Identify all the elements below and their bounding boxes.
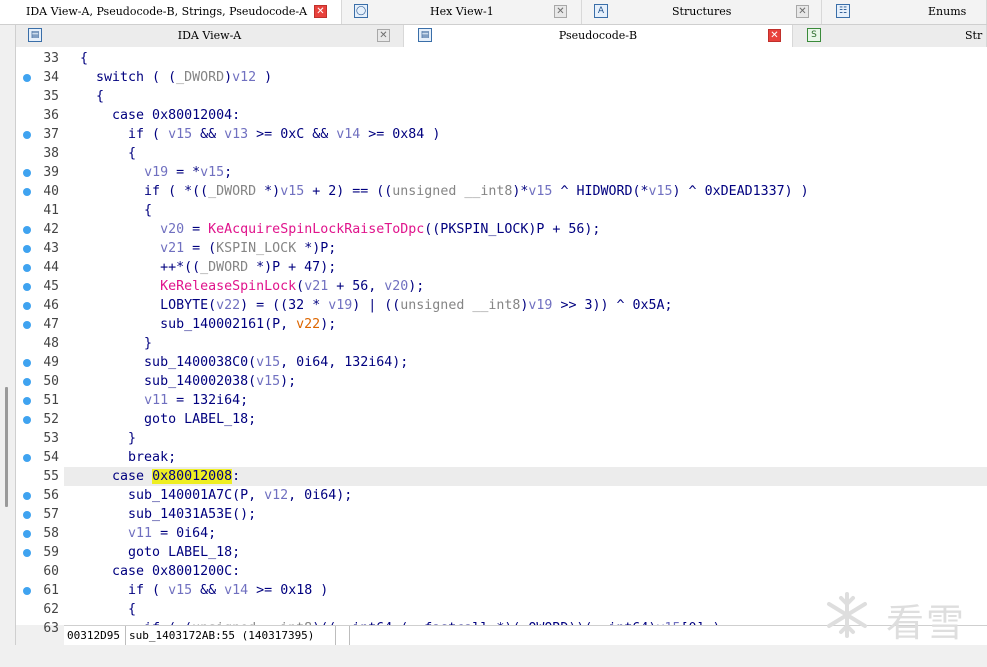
line-number: 62	[43, 602, 59, 617]
breakpoint-dot-icon[interactable]	[23, 359, 31, 367]
breakpoint-dot-icon[interactable]	[23, 378, 31, 386]
tab-label: Pseudocode-B	[558, 29, 638, 42]
line-number: 33	[43, 51, 59, 66]
tab-label: Hex View-1	[430, 5, 494, 18]
line-number: 55	[43, 469, 59, 484]
tab-ida-view-a-group[interactable]: IDA View-A, Pseudocode-B, Strings, Pseud…	[0, 0, 342, 24]
breakpoint-dot-icon[interactable]	[23, 511, 31, 519]
code-line[interactable]: KeReleaseSpinLock(v21 + 56, v20);	[64, 277, 987, 296]
code-line[interactable]: break;	[64, 448, 987, 467]
breakpoint-dot-icon[interactable]	[23, 397, 31, 405]
breakpoint-dot-icon[interactable]	[23, 587, 31, 595]
code-line[interactable]: ++*((_DWORD *)P + 47);	[64, 258, 987, 277]
left-panel-strip	[0, 25, 16, 645]
breakpoint-dot-icon[interactable]	[23, 188, 31, 196]
code-line[interactable]: {	[64, 201, 987, 220]
code-line[interactable]: switch ( (_DWORD)v12 )	[64, 68, 987, 87]
breakpoint-dot-icon[interactable]	[23, 226, 31, 234]
code-line[interactable]: sub_140001A7C(P, v12, 0i64);	[64, 486, 987, 505]
tab-label: IDA View-A, Pseudocode-B, Strings, Pseud…	[26, 5, 308, 18]
tab-label: Str	[965, 29, 983, 42]
tab-label: Structures	[672, 5, 732, 18]
breakpoint-dot-icon[interactable]	[23, 454, 31, 462]
line-number: 60	[43, 564, 59, 579]
breakpoint-dot-icon[interactable]	[23, 74, 31, 82]
breakpoint-dot-icon[interactable]	[23, 264, 31, 272]
pseudocode-view[interactable]: { switch ( (_DWORD)v12 ) { case 0x800120…	[64, 47, 987, 625]
tab-ida-view-a[interactable]: ▤ IDA View-A ✕	[16, 25, 404, 47]
code-line[interactable]: goto LABEL_18;	[64, 410, 987, 429]
tab-label: Enums	[928, 5, 967, 18]
bottom-bar	[0, 645, 987, 667]
code-line[interactable]: LOBYTE(v22) = ((32 * v19) | ((unsigned _…	[64, 296, 987, 315]
code-line[interactable]: v21 = (KSPIN_LOCK *)P;	[64, 239, 987, 258]
line-number: 41	[43, 203, 59, 218]
code-line[interactable]: if ( v15 && v13 >= 0xC && v14 >= 0x84 )	[64, 125, 987, 144]
strings-icon: S	[807, 28, 821, 42]
status-address: 00312D95	[64, 626, 126, 646]
code-line[interactable]: sub_140002038(v15);	[64, 372, 987, 391]
breakpoint-dot-icon[interactable]	[23, 302, 31, 310]
close-icon[interactable]: ✕	[796, 5, 809, 18]
line-number: 48	[43, 336, 59, 351]
code-line[interactable]: }	[64, 429, 987, 448]
structures-icon: A	[594, 4, 608, 18]
line-number: 36	[43, 108, 59, 123]
breakpoint-dot-icon[interactable]	[23, 492, 31, 500]
tab-label: IDA View-A	[177, 29, 242, 42]
breakpoint-dot-icon[interactable]	[23, 416, 31, 424]
status-empty-segment	[336, 626, 350, 646]
close-icon[interactable]: ✕	[314, 5, 327, 18]
sub-tab-bar: ▤ IDA View-A ✕ ▤ Pseudocode-B ✕ S Str	[16, 25, 987, 48]
code-line[interactable]: v20 = KeAcquireSpinLockRaiseToDpc((PKSPI…	[64, 220, 987, 239]
code-line[interactable]: {	[64, 144, 987, 163]
snowflake-logo-icon	[827, 592, 867, 638]
tab-hex-view-1[interactable]: ◯ Hex View-1 ✕	[342, 0, 582, 24]
code-line[interactable]: case 0x80012004:	[64, 106, 987, 125]
breakpoint-dot-icon[interactable]	[23, 283, 31, 291]
scrollbar[interactable]	[5, 387, 8, 507]
line-number: 63	[43, 621, 59, 636]
breakpoint-dot-icon[interactable]	[23, 245, 31, 253]
breakpoint-dot-icon[interactable]	[23, 321, 31, 329]
breakpoint-dot-icon[interactable]	[23, 131, 31, 139]
code-line[interactable]: sub_140002161(P, v22);	[64, 315, 987, 334]
status-location: sub_1403172AB:55 (140317395)	[126, 626, 336, 646]
code-line[interactable]: case 0x8001200C:	[64, 562, 987, 581]
close-icon[interactable]: ✕	[554, 5, 567, 18]
code-line[interactable]: sub_14031A53E();	[64, 505, 987, 524]
main-tab-bar: IDA View-A, Pseudocode-B, Strings, Pseud…	[0, 0, 987, 25]
tab-enums[interactable]: ☷ Enums	[822, 0, 987, 24]
line-number-gutter: 33 34 35 36 37 38 39 40 41 42 43 44 45 46 47 48 49 50 51 52…	[16, 47, 64, 636]
close-icon[interactable]: ✕	[768, 29, 781, 42]
breakpoint-dot-icon[interactable]	[23, 169, 31, 177]
line-number: 53	[43, 431, 59, 446]
breakpoint-dot-icon[interactable]	[23, 530, 31, 538]
tab-pseudocode-b[interactable]: ▤ Pseudocode-B ✕	[404, 25, 793, 47]
code-line[interactable]: v11 = 0i64;	[64, 524, 987, 543]
tab-strings[interactable]: S Str	[793, 25, 987, 47]
code-line[interactable]: {	[64, 87, 987, 106]
code-line[interactable]: sub_1400038C0(v15, 0i64, 132i64);	[64, 353, 987, 372]
watermark-text: 看雪	[886, 601, 967, 645]
code-line[interactable]: case 0x80012008:	[64, 467, 987, 486]
code-line[interactable]: v11 = 132i64;	[64, 391, 987, 410]
code-line[interactable]: v19 = *v15;	[64, 163, 987, 182]
line-number: 38	[43, 146, 59, 161]
tab-structures[interactable]: A Structures ✕	[582, 0, 822, 24]
close-icon[interactable]: ✕	[377, 29, 390, 42]
breakpoint-dot-icon[interactable]	[23, 549, 31, 557]
code-line[interactable]: }	[64, 334, 987, 353]
code-line[interactable]: goto LABEL_18;	[64, 543, 987, 562]
code-line[interactable]: {	[64, 49, 987, 68]
hex-view-icon: ◯	[354, 4, 368, 18]
enums-icon: ☷	[836, 4, 850, 18]
code-line[interactable]: if ( *((_DWORD *)v15 + 2) == ((unsigned …	[64, 182, 987, 201]
line-number: 35	[43, 89, 59, 104]
